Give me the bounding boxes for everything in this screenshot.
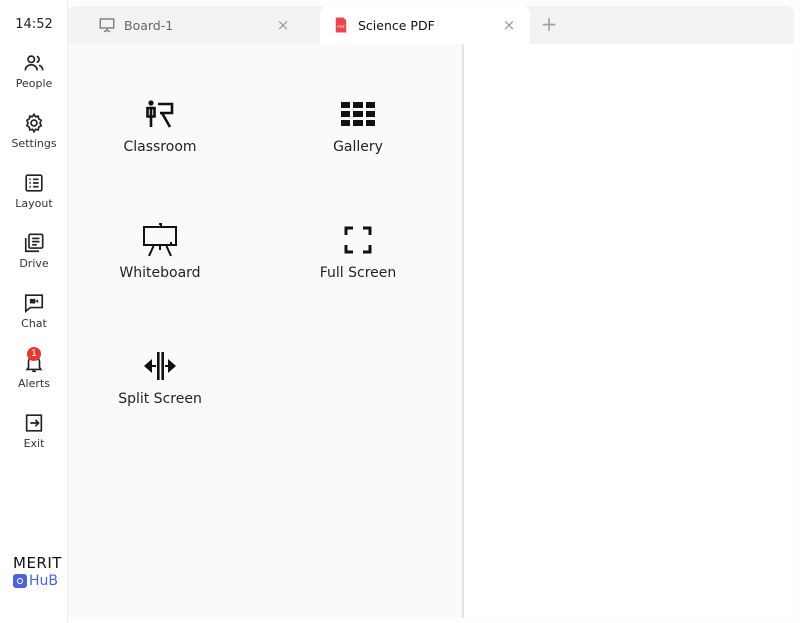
layout-option-split-screen[interactable]: Split Screen — [90, 348, 230, 428]
layout-option-gallery[interactable]: Gallery — [288, 96, 428, 176]
option-label: Full Screen — [319, 265, 397, 281]
brand-subname: HuB — [29, 573, 59, 589]
sidebar-item-label: Layout — [15, 197, 53, 210]
tab-science-pdf[interactable]: PDF Science PDF × — [320, 6, 530, 44]
tab-label: Board-1 — [124, 17, 174, 33]
classroom-icon — [142, 96, 178, 132]
brand-logo: MERIT HuB — [13, 555, 62, 589]
drive-files-icon — [23, 232, 45, 254]
sidebar-item-label: People — [15, 77, 53, 90]
fullscreen-icon — [340, 222, 376, 258]
sidebar-item-label: Exit — [23, 437, 45, 450]
bell-icon: 1 — [23, 347, 45, 374]
sidebar-item-drive[interactable]: Drive — [0, 232, 68, 284]
add-tab-button[interactable]: + — [538, 14, 560, 36]
gallery-grid-icon — [340, 96, 376, 132]
sidebar-item-chat[interactable]: Chat — [0, 292, 68, 344]
brand-mark-icon — [13, 574, 27, 588]
clock: 14:52 — [15, 17, 53, 32]
presentation-board-icon — [99, 18, 115, 33]
sidebar-item-label: Settings — [11, 137, 57, 150]
tab-bar: Board-1 × PDF Science PDF × + — [68, 6, 794, 44]
document-view-area — [466, 44, 794, 618]
layout-options-panel: Classroom Gallery Whiteboard Full Screen — [68, 44, 464, 618]
tab-label: Science PDF — [358, 17, 435, 33]
sidebar-item-label: Chat — [21, 317, 47, 330]
chat-video-icon — [23, 292, 45, 314]
pdf-file-icon: PDF — [335, 17, 347, 33]
sidebar-item-settings[interactable]: Settings — [0, 112, 68, 164]
sidebar-item-people[interactable]: People — [0, 52, 68, 104]
option-label: Split Screen — [118, 391, 202, 407]
svg-text:PDF: PDF — [337, 25, 345, 29]
layout-option-classroom[interactable]: Classroom — [90, 96, 230, 176]
tab-board-1[interactable]: Board-1 × — [98, 6, 328, 44]
sidebar: 14:52 People Settings Layout Drive Chat … — [0, 0, 68, 623]
split-screen-icon — [142, 348, 178, 384]
brand-name: MERIT — [13, 554, 62, 572]
whiteboard-easel-icon — [142, 222, 178, 258]
close-tab-icon[interactable]: × — [498, 16, 520, 34]
layout-option-full-screen[interactable]: Full Screen — [288, 222, 428, 302]
exit-icon — [23, 412, 45, 434]
alerts-count-badge: 1 — [27, 347, 41, 361]
option-label: Whiteboard — [119, 265, 201, 281]
close-tab-icon[interactable]: × — [272, 16, 294, 34]
option-label: Classroom — [123, 139, 197, 155]
gear-icon — [23, 112, 45, 134]
layout-option-whiteboard[interactable]: Whiteboard — [90, 222, 230, 302]
option-label: Gallery — [333, 139, 383, 155]
sidebar-item-label: Alerts — [18, 377, 50, 390]
layout-list-icon — [23, 172, 45, 194]
app-window: 14:52 People Settings Layout Drive Chat … — [0, 0, 800, 623]
sidebar-item-layout[interactable]: Layout — [0, 172, 68, 224]
sidebar-item-exit[interactable]: Exit — [0, 412, 68, 464]
sidebar-item-label: Drive — [19, 257, 49, 270]
people-icon — [23, 52, 45, 74]
sidebar-item-alerts[interactable]: 1 Alerts — [0, 347, 68, 404]
